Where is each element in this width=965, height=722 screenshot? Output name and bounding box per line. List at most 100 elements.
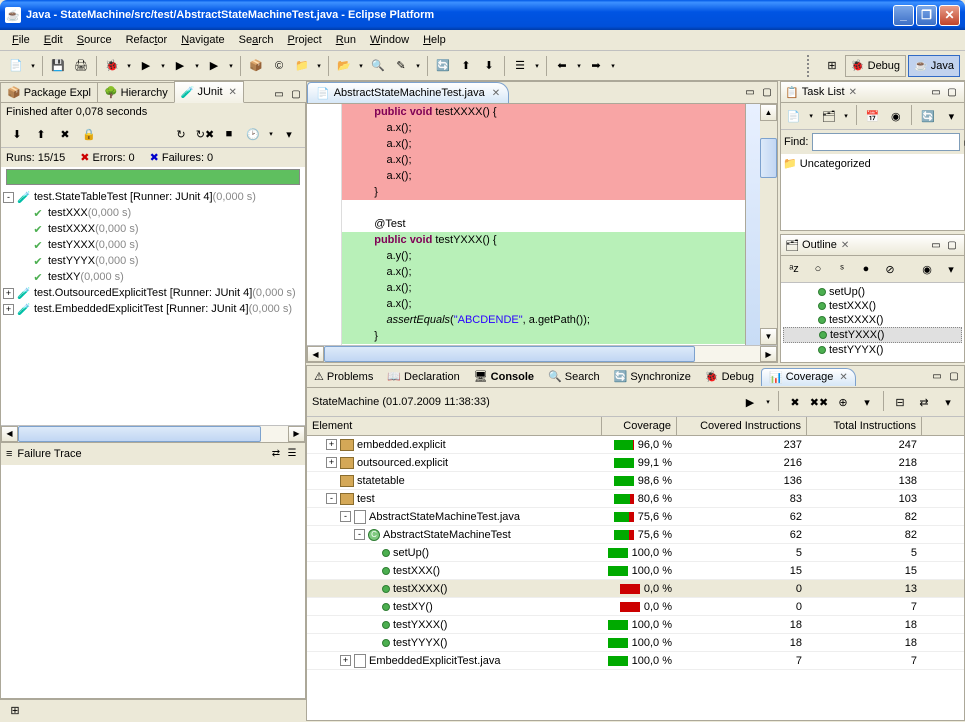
save-button[interactable]: 💾 [47, 55, 69, 77]
failure-compare-button[interactable]: ⇄ [268, 446, 284, 462]
junit-test-tree[interactable]: -🧪test.StateTableTest [Runner: JUnit 4] … [1, 187, 305, 425]
junit-tree-item[interactable]: +🧪test.OutsourcedExplicitTest [Runner: J… [3, 285, 303, 301]
col-element[interactable]: Element [307, 417, 602, 435]
outline-focus-button[interactable]: ◉ [916, 258, 938, 280]
task-sched-button[interactable]: 📅 [862, 105, 883, 127]
junit-next-fail-button[interactable]: ⬇ [6, 123, 28, 145]
perspective-java[interactable]: ☕Java [908, 55, 960, 77]
menu-help[interactable]: Help [416, 32, 453, 48]
maximize-view-button[interactable]: ▢ [946, 369, 962, 385]
outline-item[interactable]: testXXXX() [783, 313, 962, 327]
run-last-button[interactable]: ▶ [169, 55, 191, 77]
coverage-row[interactable]: testYXXX()100,0 %1818 [307, 616, 964, 634]
junit-tree-item[interactable]: +🧪test.EmbeddedExplicitTest [Runner: JUn… [3, 301, 303, 317]
coverage-row[interactable]: +outsourced.explicit99,1 %216218 [307, 454, 964, 472]
coverage-row[interactable]: testYYYX()100,0 %1818 [307, 634, 964, 652]
junit-show-fail-button[interactable]: ✖ [54, 123, 76, 145]
coverage-row[interactable]: setUp()100,0 %55 [307, 544, 964, 562]
menu-run[interactable]: Run [329, 32, 363, 48]
task-menu-button[interactable]: ▾ [941, 105, 962, 127]
coverage-merge-button[interactable]: ⊕ [832, 391, 854, 413]
junit-rerun-button[interactable]: ↻ [170, 123, 192, 145]
new-folder-button[interactable]: 📁 [291, 55, 313, 77]
editor-body[interactable]: public void testXXXX() { a.x(); a.x(); a… [307, 104, 777, 345]
new-dropdown[interactable]: ▾ [28, 62, 38, 70]
task-category-button[interactable]: 🗂 [818, 105, 839, 127]
editor-vscrollbar[interactable]: ▲ ▼ [760, 104, 777, 345]
minimize-view-button[interactable]: ▭ [271, 86, 287, 102]
junit-menu-button[interactable]: ▾ [278, 123, 300, 145]
outline-hide-nonpublic-button[interactable]: ● [855, 258, 877, 280]
junit-tree-item[interactable]: ✔testXXXX (0,000 s) [3, 221, 303, 237]
outline-item[interactable]: testYYYX() [783, 343, 962, 357]
junit-lock-button[interactable]: 🔒 [78, 123, 100, 145]
coverage-row[interactable]: testXXX()100,0 %1515 [307, 562, 964, 580]
maximize-editor-button[interactable]: ▢ [759, 85, 775, 101]
junit-rerun-fail-button[interactable]: ↻✖ [194, 123, 216, 145]
coverage-link-button[interactable]: ⇄ [913, 391, 935, 413]
col-coverage[interactable]: Coverage [602, 417, 677, 435]
bottom-tab-synchronize[interactable]: 🔄Synchronize [607, 368, 698, 385]
bottom-tab-search[interactable]: 🔍Search [541, 368, 607, 385]
new-pkg-button[interactable]: 📦 [245, 55, 267, 77]
minimize-view-button[interactable]: ▭ [928, 84, 944, 100]
bottom-tab-console[interactable]: 🖥Console [467, 368, 541, 385]
junit-tree-item[interactable]: ✔testYXXX (0,000 s) [3, 237, 303, 253]
coverage-row[interactable]: +EmbeddedExplicitTest.java100,0 %77 [307, 652, 964, 670]
coverage-collapse-button[interactable]: ⊟ [889, 391, 911, 413]
open-perspective-button[interactable]: ⊞ [821, 55, 843, 77]
coverage-row[interactable]: +embedded.explicit96,0 %237247 [307, 436, 964, 454]
menu-source[interactable]: Source [70, 32, 119, 48]
coverage-button[interactable]: ▶ [203, 55, 225, 77]
coverage-row[interactable]: -AbstractStateMachineTest.java75,6 %6282 [307, 508, 964, 526]
open-type-button[interactable]: 📂 [333, 55, 355, 77]
col-total[interactable]: Total Instructions [807, 417, 922, 435]
new-button[interactable]: 📄 [5, 55, 27, 77]
fast-view-button[interactable]: ⊞ [4, 700, 26, 722]
window-close-button[interactable]: ✕ [939, 5, 960, 26]
task-find-input[interactable] [812, 133, 960, 151]
coverage-dropdown-button[interactable]: ▾ [856, 391, 878, 413]
junit-tree-item[interactable]: ✔testXXX (0,000 s) [3, 205, 303, 221]
menu-refactor[interactable]: Refactor [119, 32, 175, 48]
menu-search[interactable]: Search [232, 32, 281, 48]
minimize-view-button[interactable]: ▭ [929, 369, 945, 385]
coverage-removeall-button[interactable]: ✖✖ [808, 391, 830, 413]
window-minimize-button[interactable]: _ [893, 5, 914, 26]
outline-sort-button[interactable]: ᵃz [783, 258, 805, 280]
bottom-tab-coverage[interactable]: 📊Coverage✕ [761, 368, 856, 386]
update-button[interactable]: ⬇ [478, 55, 500, 77]
forward-button[interactable]: ➡ [585, 55, 607, 77]
coverage-relaunch-button[interactable]: ▶ [739, 391, 761, 413]
search-button[interactable]: 🔍 [367, 55, 389, 77]
editor-gutter[interactable] [307, 104, 342, 345]
menu-edit[interactable]: Edit [37, 32, 70, 48]
menu-project[interactable]: Project [281, 32, 329, 48]
junit-tree-item[interactable]: -🧪test.StateTableTest [Runner: JUnit 4] … [3, 189, 303, 205]
editor-overview-ruler[interactable] [745, 104, 760, 345]
close-icon[interactable]: ✕ [849, 87, 857, 98]
editor-tab[interactable]: 📄 AbstractStateMachineTest.java ✕ [307, 82, 509, 103]
minimize-view-button[interactable]: ▭ [928, 237, 944, 253]
outline-hide-local-button[interactable]: ⊘ [879, 258, 901, 280]
bottom-tab-problems[interactable]: ⚠Problems [307, 368, 380, 385]
close-icon[interactable]: ✕ [492, 88, 500, 99]
close-icon[interactable]: ✕ [839, 372, 847, 383]
run-button[interactable]: ▶ [135, 55, 157, 77]
maximize-view-button[interactable]: ▢ [944, 84, 960, 100]
outline-item[interactable]: testYXXX() [783, 327, 962, 343]
failure-filter-button[interactable]: ☰ [284, 446, 300, 462]
menu-window[interactable]: Window [363, 32, 416, 48]
task-focus-button[interactable]: ◉ [885, 105, 906, 127]
coverage-remove-button[interactable]: ✖ [784, 391, 806, 413]
junit-tree-item[interactable]: ✔testYYYX (0,000 s) [3, 253, 303, 269]
back-button[interactable]: ⬅ [551, 55, 573, 77]
coverage-row[interactable]: -test80,6 %83103 [307, 490, 964, 508]
debug-button[interactable]: 🐞 [101, 55, 123, 77]
coverage-row[interactable]: -CAbstractStateMachineTest75,6 %6282 [307, 526, 964, 544]
task-category-uncategorized[interactable]: 📁 Uncategorized [783, 156, 962, 171]
col-covered[interactable]: Covered Instructions [677, 417, 807, 435]
perspective-switcher-icon[interactable] [807, 55, 815, 77]
coverage-menu-button[interactable]: ▾ [937, 391, 959, 413]
perspective-debug[interactable]: 🐞Debug [845, 55, 906, 77]
